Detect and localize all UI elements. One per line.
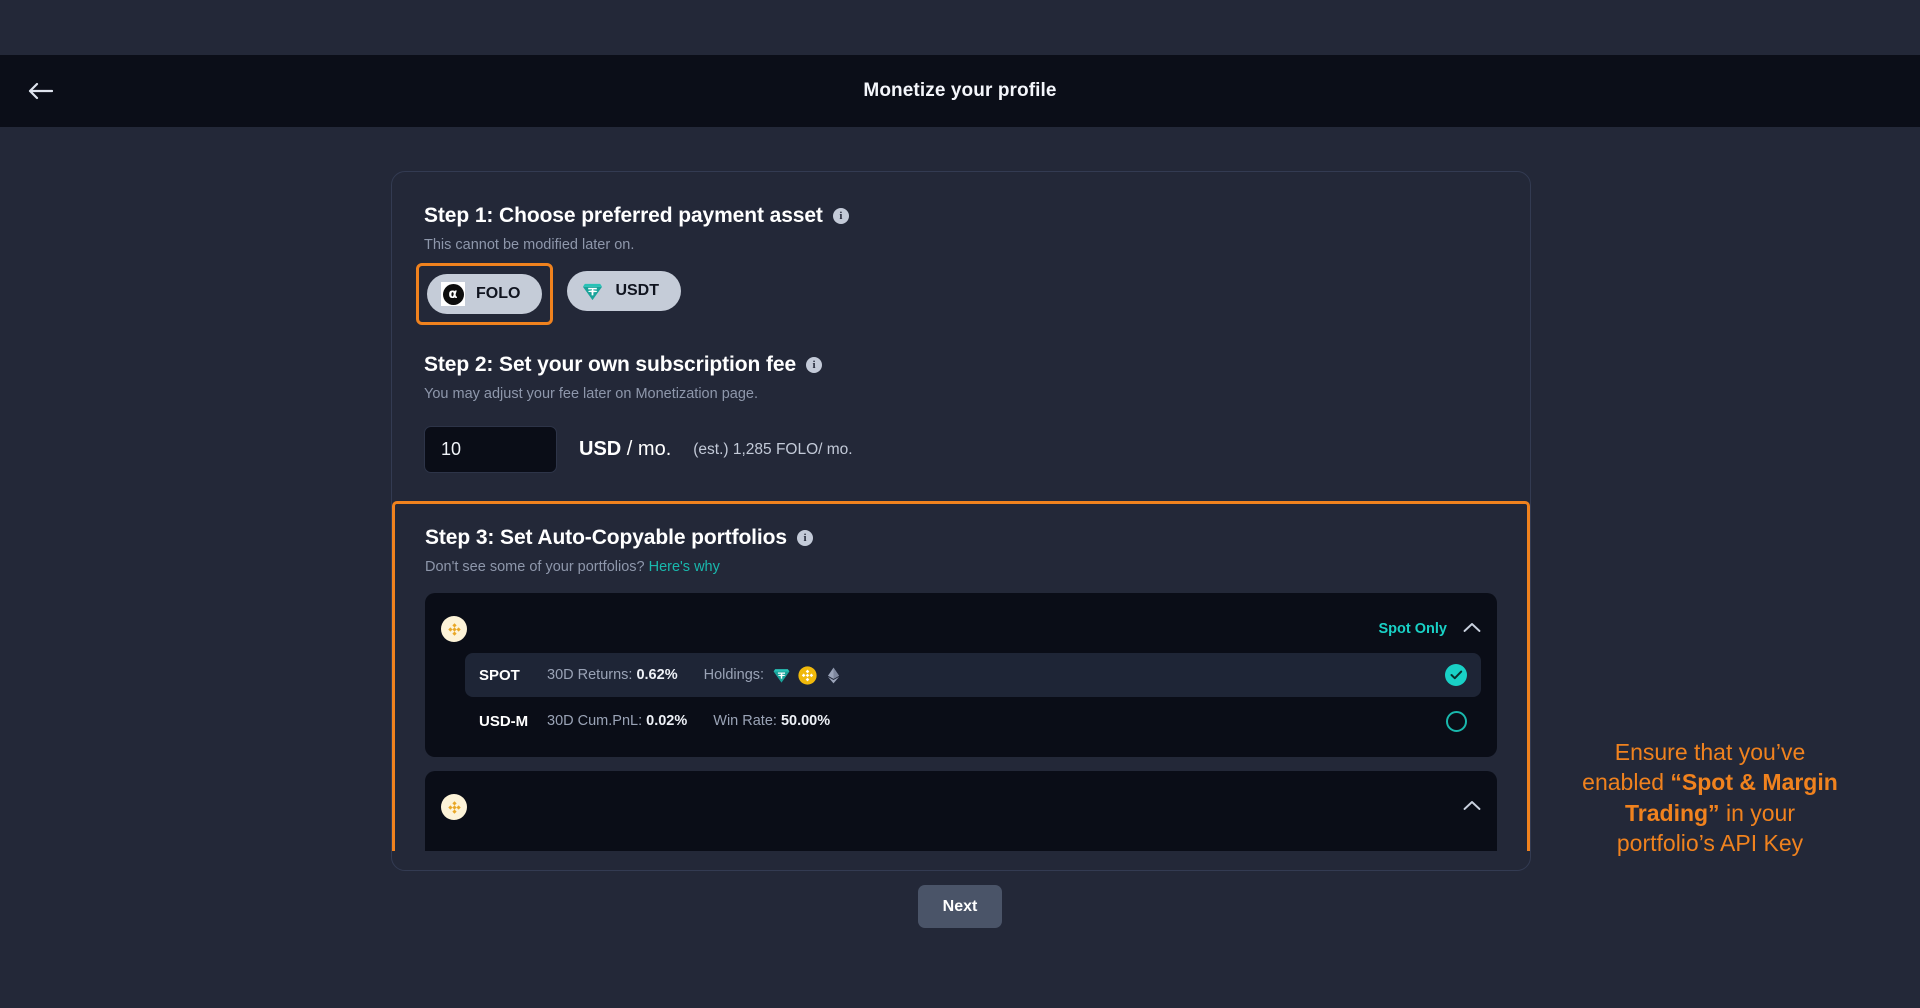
portfolio-group-1-header[interactable]: Spot Only [441, 605, 1481, 653]
usdt-icon [772, 666, 791, 685]
fee-estimate: (est.) 1,285 FOLO/ mo. [693, 440, 853, 458]
portfolio-row-spot[interactable]: SPOT 30D Returns: 0.62% Holdings: [465, 653, 1481, 697]
step-3-section: Step 3: Set Auto-Copyable portfolios i D… [392, 501, 1530, 851]
portfolio-row-usdm-winrate-label: Win Rate: [713, 713, 781, 729]
annotation-api-line2-bold: “Spot & Margin [1670, 769, 1838, 796]
footer-actions: Next [0, 885, 1920, 928]
payment-asset-options: α FOLO USDT [416, 263, 1498, 325]
status-badge: Spot Only [1378, 621, 1447, 637]
portfolio-row-spot-holdings [772, 665, 843, 685]
binance-icon [441, 794, 467, 820]
annotation-api-line2-prefix: enabled [1582, 769, 1671, 796]
portfolio-group-1-meta: Spot Only [1379, 620, 1481, 638]
step-3-title-row: Step 3: Set Auto-Copyable portfolios i [425, 526, 1497, 550]
portfolio-group-1: Spot Only SPOT 30D Returns: 0.62% Holdin… [425, 593, 1497, 757]
info-icon[interactable]: i [806, 357, 823, 373]
bnb-icon [798, 665, 817, 685]
annotation-api-line4: portfolio’s API Key [1616, 830, 1804, 857]
fee-unit-period: / mo. [621, 438, 672, 460]
asset-option-folo-label: FOLO [476, 285, 521, 302]
annotation-api-line1: Ensure that you’ve [1614, 739, 1806, 765]
portfolio-row-spot-name: SPOT [479, 666, 520, 684]
portfolio-row-spot-holdings-label: Holdings: [703, 667, 765, 683]
asset-option-folo-wrapper: α FOLO [416, 263, 554, 325]
fee-unit-currency: USD [579, 438, 622, 460]
asset-option-usdt-label: USDT [615, 282, 659, 299]
info-icon[interactable]: i [832, 208, 849, 224]
portfolio-row-spot-returns: 30D Returns: 0.62% [547, 667, 678, 683]
step-2-title: Step 2: Set your own subscription fee [424, 353, 797, 376]
portfolio-group-2 [425, 771, 1497, 851]
asset-option-folo[interactable]: α FOLO [427, 274, 543, 314]
step-1-title-row: Step 1: Choose preferred payment asset i [424, 204, 1498, 228]
portfolio-row-usdm-pnl-value: 0.02% [646, 713, 688, 729]
info-icon[interactable]: i [796, 530, 813, 546]
portfolio-row-spot-left: SPOT 30D Returns: 0.62% Holdings: [479, 665, 843, 685]
subscription-fee-input[interactable] [424, 426, 557, 473]
step-2-subtitle: You may adjust your fee later on Monetiz… [424, 386, 758, 402]
portfolio-row-spot-selected-toggle[interactable] [1445, 664, 1467, 686]
portfolio-row-usdm-winrate-value: 50.00% [780, 713, 831, 729]
app-root: Monetize your profile You can choose to … [0, 0, 1920, 1008]
portfolio-row-spot-returns-value: 0.62% [636, 667, 678, 683]
card-inner: Step 1: Choose preferred payment asset i… [392, 172, 1530, 851]
page-header: Monetize your profile [0, 55, 1920, 127]
folo-icon: α [441, 282, 465, 306]
usdt-icon [581, 280, 604, 303]
chevron-up-icon[interactable] [1463, 620, 1481, 638]
page-body: You can choose to receive rewards in FOL… [0, 127, 1920, 1008]
annotation-api-key: Ensure that you’ve enabled “Spot & Margi… [1545, 737, 1875, 858]
eth-icon [824, 666, 843, 685]
asset-option-usdt[interactable]: USDT [567, 271, 681, 311]
fee-row: USD / mo. (est.) 1,285 FOLO/ mo. [424, 426, 1498, 473]
annotation-api-line3-bold: Trading” [1625, 799, 1720, 826]
portfolio-row-spot-returns-label: 30D Returns: [547, 667, 637, 683]
portfolio-group-2-meta [1463, 798, 1481, 816]
asset-option-usdt-wrapper: USDT [567, 271, 681, 317]
portfolio-row-usdm-pnl-label: 30D Cum.PnL: [547, 713, 647, 729]
annotation-api-line3-suffix: in your [1719, 799, 1795, 826]
next-button[interactable]: Next [918, 885, 1002, 928]
portfolio-row-usdm-left: USD-M 30D Cum.PnL: 0.02% Win Rate: 50.00… [479, 713, 856, 730]
portfolio-row-usdm[interactable]: USD-M 30D Cum.PnL: 0.02% Win Rate: 50.00… [465, 699, 1481, 743]
portfolio-row-usdm-name: USD-M [479, 712, 529, 730]
page-title: Monetize your profile [863, 80, 1057, 101]
step-2-title-row: Step 2: Set your own subscription fee i [424, 353, 1498, 377]
portfolio-row-usdm-winrate: Win Rate: 50.00% [713, 713, 830, 729]
portfolio-row-usdm-selected-toggle[interactable] [1446, 710, 1467, 732]
step-1-title: Step 1: Choose preferred payment asset [424, 204, 823, 227]
portfolio-row-usdm-pnl: 30D Cum.PnL: 0.02% [547, 713, 687, 729]
portfolio-group-2-header[interactable] [441, 783, 1481, 831]
binance-icon [441, 616, 467, 642]
fee-unit: USD / mo. [579, 438, 671, 461]
top-strip [0, 0, 1920, 55]
back-button[interactable] [22, 73, 58, 109]
arrow-left-icon [27, 81, 53, 101]
step-3-subtitle-text: Don't see some of your portfolios? [425, 559, 649, 575]
monetize-card: Step 1: Choose preferred payment asset i… [391, 171, 1531, 871]
chevron-up-icon[interactable] [1463, 798, 1481, 816]
step-1-section: Step 1: Choose preferred payment asset i… [416, 204, 1498, 325]
heres-why-link[interactable]: Here's why [649, 559, 720, 575]
step-3-title: Step 3: Set Auto-Copyable portfolios [425, 526, 787, 549]
step-3-subtitle: Don't see some of your portfolios? Here'… [425, 559, 1497, 575]
step-1-subtitle: This cannot be modified later on. [424, 237, 635, 253]
step-2-section: Step 2: Set your own subscription fee i … [424, 353, 1498, 473]
